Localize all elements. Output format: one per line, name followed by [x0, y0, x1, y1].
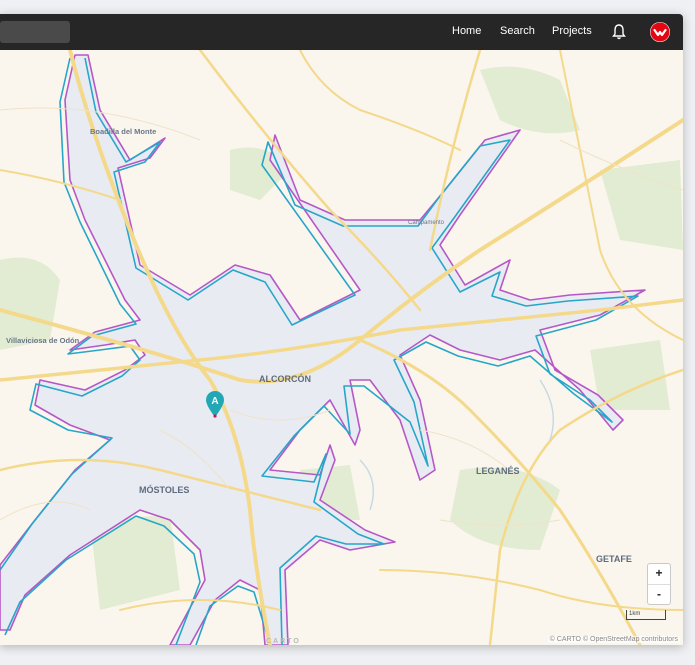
- nav-search-link[interactable]: Search: [500, 25, 535, 37]
- nav-home-link[interactable]: Home: [452, 25, 481, 37]
- label-getafe: GETAFE: [596, 554, 632, 564]
- zoom-out-button[interactable]: -: [648, 585, 670, 605]
- carto-watermark: CARTO: [266, 638, 301, 645]
- brand-logo-icon[interactable]: [650, 22, 670, 42]
- zoom-in-button[interactable]: +: [648, 564, 670, 585]
- bell-icon[interactable]: [611, 23, 627, 41]
- location-marker-a[interactable]: A: [205, 390, 225, 418]
- nav-projects-link[interactable]: Projects: [552, 25, 592, 37]
- app-window: Home Search Projects Boadilla del Monte …: [0, 14, 683, 645]
- map-attribution[interactable]: © CARTO © OpenStreetMap contributors: [547, 636, 680, 643]
- map-layer: [0, 50, 683, 645]
- top-navbar: Home Search Projects: [0, 14, 683, 50]
- label-campamento: Campamento: [408, 220, 445, 226]
- search-box[interactable]: [0, 21, 70, 43]
- label-leganes: LEGANÉS: [476, 466, 520, 476]
- marker-label: A: [211, 396, 218, 407]
- map-canvas[interactable]: Boadilla del Monte Villaviciosa de Odón …: [0, 50, 683, 645]
- label-boadilla: Boadilla del Monte: [90, 127, 157, 136]
- scale-bar: 1km: [626, 610, 666, 620]
- map-pin-icon: A: [206, 391, 224, 418]
- zoom-control: + -: [647, 563, 671, 605]
- label-mostoles: MÓSTOLES: [139, 485, 190, 495]
- label-alcorcon: ALCORCÓN: [259, 374, 311, 384]
- label-villaviciosa: Villaviciosa de Odón: [6, 336, 80, 345]
